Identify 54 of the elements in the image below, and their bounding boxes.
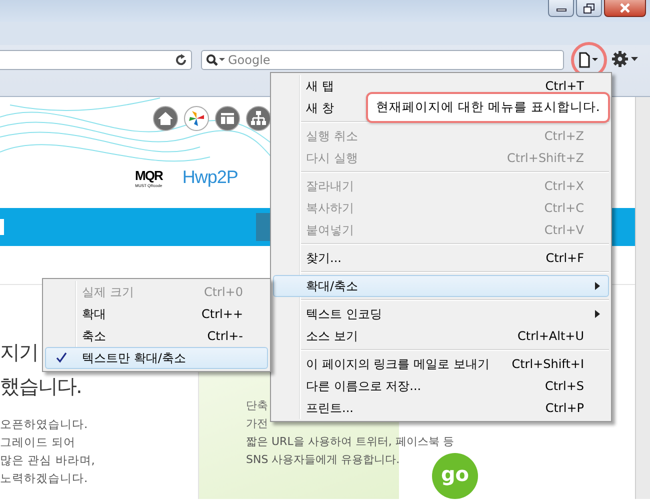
close-icon xyxy=(619,2,631,14)
menu-item[interactable]: 프린트... Ctrl+P xyxy=(273,397,609,419)
card-text: 짧은 URL을 사용하여 트위터, 페이스북 등 xyxy=(246,434,454,450)
shortcut-label: Ctrl+T xyxy=(545,79,584,93)
menu-item[interactable]: 텍스트만 확대/축소 xyxy=(45,347,268,369)
body-text: 오픈하였습니다. xyxy=(0,416,89,433)
shortcut-label: Ctrl+Shift+Z xyxy=(507,151,584,165)
menu-item[interactable]: 이 페이지의 링크를 메일로 보내기 Ctrl+Shift+I xyxy=(273,353,609,375)
restore-icon xyxy=(583,2,595,14)
menu-item[interactable]: 축소 Ctrl+- xyxy=(45,325,268,347)
close-button[interactable] xyxy=(604,0,646,17)
address-field[interactable] xyxy=(0,50,192,70)
gear-icon[interactable] xyxy=(612,50,638,68)
menu-item[interactable]: 확대 Ctrl++ xyxy=(45,303,268,325)
search-field[interactable]: Google xyxy=(228,53,528,67)
menu-item[interactable]: 다른 이름으로 저장... Ctrl+S xyxy=(273,375,609,397)
shortcut-label: Ctrl++ xyxy=(202,307,243,321)
shortcut-label: Ctrl+P xyxy=(545,401,584,415)
pinwheel-icon[interactable] xyxy=(184,106,209,131)
body-text: 노력하겠습니다. xyxy=(0,470,89,487)
shortcut-label: Ctrl+- xyxy=(207,329,243,343)
hwp-logo: Hwp2P xyxy=(182,167,238,188)
menu-item[interactable]: 찾기... Ctrl+F xyxy=(273,247,609,269)
search-icon xyxy=(206,54,225,66)
card-text: 가전 xyxy=(246,416,268,432)
body-text: 그레이드 되어 xyxy=(0,434,77,451)
card-text: 단축 xyxy=(246,398,268,414)
layout-icon[interactable] xyxy=(215,106,240,131)
tooltip: 현재페이지에 대한 메뉴를 표시합니다. xyxy=(366,92,610,123)
shortcut-label: Ctrl+Z xyxy=(544,129,584,143)
sitemap-icon[interactable] xyxy=(246,106,271,131)
shortcut-label: Ctrl+0 xyxy=(204,285,243,299)
shortcut-label: Ctrl+V xyxy=(544,223,584,237)
menu-item[interactable]: 텍스트 인코딩 xyxy=(273,303,609,325)
headline-text: 했습니다. xyxy=(0,373,82,400)
page-menu-icon[interactable] xyxy=(579,52,599,68)
shortcut-label: Ctrl+Alt+U xyxy=(518,329,584,343)
home-icon[interactable] xyxy=(153,106,178,131)
submenu-arrow-icon xyxy=(595,282,600,290)
headline-text: 지기 xyxy=(0,339,38,366)
shortcut-label: Ctrl+F xyxy=(546,251,584,265)
body-text: 많은 관심 바라며, xyxy=(0,452,96,469)
submenu-arrow-icon xyxy=(595,310,600,318)
shortcut-label: Ctrl+X xyxy=(544,179,584,193)
shortcut-label: Ctrl+C xyxy=(544,201,584,215)
restore-button[interactable] xyxy=(576,0,602,17)
reload-icon xyxy=(175,54,187,66)
card-text: SNS 사용자들에게 유용합니다. xyxy=(246,452,400,468)
menu-item[interactable]: 확대/축소 xyxy=(273,275,609,297)
shortcut-label: Ctrl+Shift+I xyxy=(512,357,584,371)
search-box[interactable]: Google xyxy=(201,50,564,70)
minimize-button[interactable] xyxy=(548,0,574,17)
shortcut-label: Ctrl+S xyxy=(544,379,584,393)
menu-item[interactable]: 소스 보기 Ctrl+Alt+U xyxy=(273,325,609,347)
